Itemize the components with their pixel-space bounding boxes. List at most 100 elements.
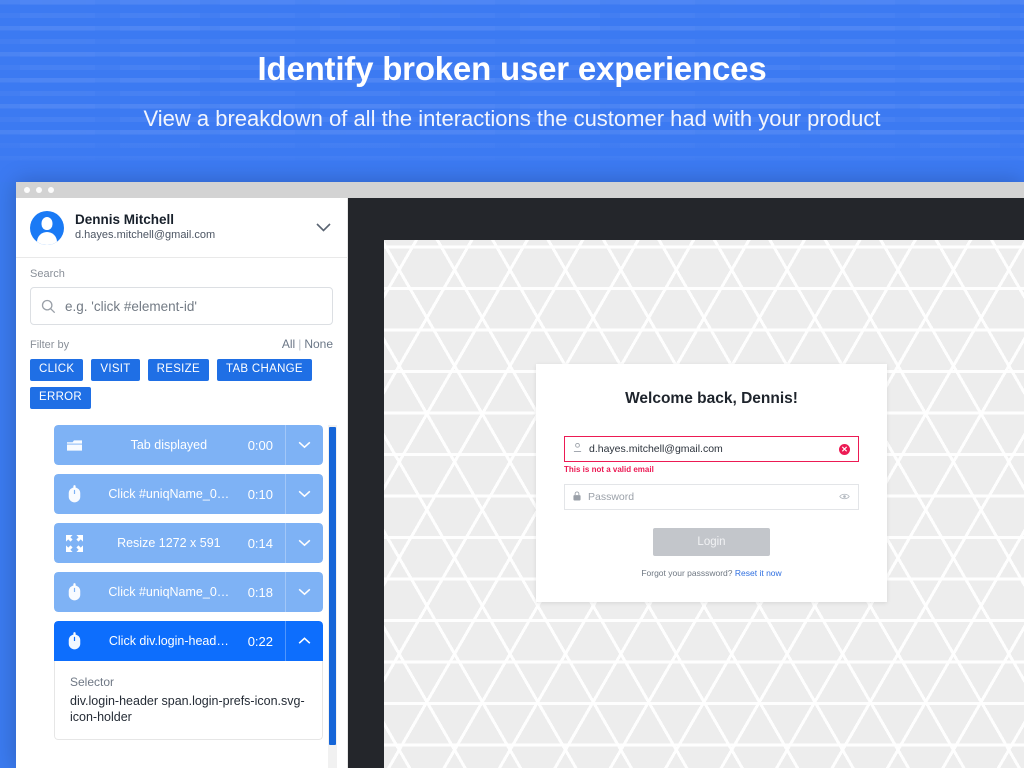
mouse-icon (54, 485, 94, 503)
mouse-icon-glyph (68, 583, 80, 601)
filter-chip-visit[interactable]: VISIT (91, 359, 140, 381)
filter-chip-resize[interactable]: RESIZE (147, 359, 209, 381)
user-account-row[interactable]: Dennis Mitchell d.hayes.mitchell@gmail.c… (16, 198, 347, 258)
window-titlebar (16, 182, 1024, 198)
event-list: Tab displayed 0:00 Click #uniqName_0… 0:… (16, 425, 347, 768)
event-label: Click div.login-head… (108, 634, 229, 648)
list-item: Click #uniqName_0… 0:10 (54, 474, 323, 514)
search-input[interactable] (65, 298, 322, 314)
event-header[interactable]: Click div.login-head… 0:22 (54, 621, 323, 661)
window-close-dot[interactable] (24, 187, 30, 193)
event-header[interactable]: Tab displayed 0:00 (54, 425, 323, 465)
chevron-down-glyph (298, 588, 311, 596)
session-replay-panel: Welcome back, Dennis! d.hayes.mitchell@g… (348, 198, 1024, 768)
event-label: Resize 1272 x 591 (117, 536, 221, 550)
event-label: Click #uniqName_0… (108, 585, 230, 599)
event-header[interactable]: Click #uniqName_0… 0:10 (54, 474, 323, 514)
window-maximize-dot[interactable] (48, 187, 54, 193)
event-time: 0:18 (247, 584, 273, 600)
filter-actions: All | None (282, 337, 333, 351)
filter-header: Filter by All | None (30, 337, 333, 351)
search-block: Search (16, 258, 347, 333)
forgot-password-text: Forgot your passsword? (641, 568, 733, 578)
hero-banner: Identify broken user experiences View a … (0, 0, 1024, 182)
scrollbar-track[interactable] (328, 425, 337, 768)
mouse-icon (54, 583, 94, 601)
lock-icon (573, 490, 581, 504)
email-error-message: This is not a valid email (564, 465, 654, 474)
clear-icon[interactable]: ✕ (839, 443, 850, 455)
chevron-down-icon[interactable] (285, 474, 323, 514)
forgot-password-row: Forgot your passsword? Reset it now (564, 568, 859, 578)
avatar-head-shape (41, 216, 53, 230)
avatar-body-shape (37, 231, 57, 245)
chevron-down-glyph (316, 223, 331, 232)
person-icon-glyph (573, 443, 582, 452)
chevron-down-icon[interactable] (285, 572, 323, 612)
chevron-down-glyph (298, 539, 311, 547)
event-time: 0:00 (247, 437, 273, 453)
chevron-down-icon[interactable] (314, 215, 333, 240)
eye-icon-glyph (839, 493, 850, 499)
hero-title: Identify broken user experiences (257, 50, 767, 87)
search-label: Search (30, 268, 65, 280)
list-item-expanded: Click div.login-head… 0:22 Selector div.… (54, 621, 323, 740)
selector-label: Selector (70, 675, 115, 689)
email-value: d.hayes.mitchell@gmail.com (589, 443, 723, 455)
mouse-icon-glyph (68, 632, 80, 650)
app-window: Dennis Mitchell d.hayes.mitchell@gmail.c… (16, 182, 1024, 768)
event-time: 0:14 (247, 535, 273, 551)
login-heading: Welcome back, Dennis! (625, 390, 798, 407)
avatar (30, 210, 64, 245)
hero-text-block: Identify broken user experiences View a … (0, 50, 1024, 132)
event-list-region: Tab displayed 0:00 Click #uniqName_0… 0:… (16, 417, 347, 768)
filter-by-label: Filter by (30, 339, 70, 351)
list-item: Click #uniqName_0… 0:18 (54, 572, 323, 612)
event-header[interactable]: Resize 1272 x 591 0:14 (54, 523, 323, 563)
sidebar: Dennis Mitchell d.hayes.mitchell@gmail.c… (16, 198, 348, 768)
event-label: Click #uniqName_0… (108, 487, 230, 501)
eye-icon[interactable] (839, 492, 850, 503)
search-field[interactable] (30, 287, 333, 325)
search-icon (41, 299, 56, 314)
filter-chip-error[interactable]: ERROR (30, 387, 92, 409)
hero-subtitle: View a breakdown of all the interactions… (143, 106, 881, 131)
tab-icon (54, 438, 94, 453)
filter-chip-click[interactable]: CLICK (30, 359, 84, 381)
email-field[interactable]: d.hayes.mitchell@gmail.com ✕ (564, 436, 859, 462)
reset-password-link[interactable]: Reset it now (735, 568, 782, 578)
filter-all-link[interactable]: All (282, 337, 295, 351)
user-meta: Dennis Mitchell d.hayes.mitchell@gmail.c… (75, 212, 314, 243)
chevron-up-glyph (298, 637, 311, 644)
mouse-icon (54, 632, 94, 650)
event-label: Tab displayed (130, 438, 208, 452)
filter-chip-list: CLICK VISIT RESIZE TAB CHANGE ERROR (30, 359, 333, 409)
filter-none-link[interactable]: None (304, 337, 333, 351)
replay-viewport: Welcome back, Dennis! d.hayes.mitchell@g… (384, 240, 1024, 768)
filter-block: Filter by All | None CLICK VISIT RESIZE TA… (16, 333, 347, 417)
chevron-up-icon[interactable] (285, 621, 323, 661)
mouse-icon-glyph (68, 485, 80, 503)
resize-icon-glyph (65, 534, 83, 552)
password-placeholder: Password (588, 491, 635, 503)
window-minimize-dot[interactable] (36, 187, 42, 193)
window-body: Dennis Mitchell d.hayes.mitchell@gmail.c… (16, 198, 1024, 768)
user-name: Dennis Mitchell (75, 212, 175, 227)
list-item: Resize 1272 x 591 0:14 (54, 523, 323, 563)
login-card: Welcome back, Dennis! d.hayes.mitchell@g… (536, 364, 887, 602)
hero-fade-overlay (0, 132, 1024, 182)
event-time: 0:10 (247, 486, 273, 502)
password-field[interactable]: Password (564, 484, 859, 510)
user-email: d.hayes.mitchell@gmail.com (75, 229, 216, 241)
event-time: 0:22 (247, 633, 273, 649)
filter-chip-tab-change[interactable]: TAB CHANGE (216, 359, 312, 381)
tab-icon-glyph (66, 439, 82, 451)
event-header[interactable]: Click #uniqName_0… 0:18 (54, 572, 323, 612)
resize-icon (54, 534, 94, 552)
chevron-down-icon[interactable] (285, 425, 323, 465)
scrollbar-thumb[interactable] (329, 427, 336, 745)
chevron-down-icon[interactable] (285, 523, 323, 563)
login-button[interactable]: Login (653, 528, 770, 556)
chevron-down-glyph (298, 441, 311, 449)
list-item: Tab displayed 0:00 (54, 425, 323, 465)
